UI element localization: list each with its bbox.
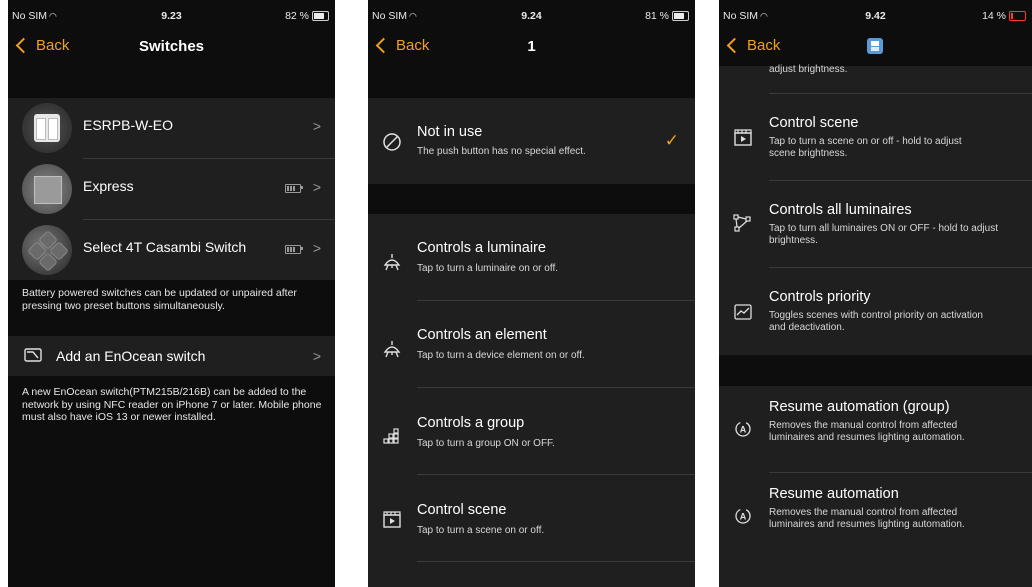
battery-footnote: Battery powered switches can be updated … — [22, 287, 297, 312]
enocean-switch-icon — [24, 348, 42, 362]
scene-icon — [383, 511, 401, 528]
option-resume-automation-group[interactable]: A Resume automation (group) Removes the … — [719, 386, 1032, 472]
chevron-right-icon: > — [312, 179, 321, 195]
svg-text:A: A — [740, 512, 747, 522]
option-subtitle: The push button has no special effect. — [417, 146, 586, 157]
express-switch-image — [22, 164, 72, 214]
option-resume-automation[interactable]: A Resume automation Removes the manual c… — [719, 473, 1032, 563]
option-title: Control scene — [769, 115, 859, 131]
all-luminaires-icon — [733, 214, 751, 232]
screen-button-options: No SIM ◠ 9.42 14 % Back adjust brightness… — [719, 0, 1032, 587]
battery-icon — [285, 184, 303, 193]
chevron-right-icon: > — [312, 240, 321, 256]
option-subtitle: Tap to turn a luminaire on or off. — [417, 263, 559, 274]
clipped-subtitle: adjust brightness. — [769, 64, 848, 75]
option-list: Controls a luminaire Tap to turn a lumin… — [368, 214, 695, 587]
option-subtitle: Removes the manual control from affected… — [769, 507, 965, 530]
battery-status-icon — [1009, 11, 1026, 21]
option-subtitle: Tap to turn a device element on or off. — [417, 350, 585, 361]
battery-percent: 14 % — [982, 10, 1006, 22]
status-bar: No SIM ◠ 9.24 81 % — [368, 0, 695, 34]
nav-bar: Back Switches — [8, 32, 335, 64]
battery-percent: 82 % — [285, 10, 309, 22]
automation-list: A Resume automation (group) Removes the … — [719, 386, 1032, 587]
screen-button-1: No SIM ◠ 9.24 81 % Back 1 Not in use The … — [368, 0, 695, 587]
enocean-footnote: A new EnOcean switch(PTM215B/216B) can b… — [22, 386, 322, 423]
option-element[interactable]: Controls an element Tap to turn a device… — [368, 301, 695, 387]
option-group[interactable]: Controls a group Tap to turn a group ON … — [368, 388, 695, 474]
page-title: 1 — [527, 38, 536, 55]
status-bar: No SIM ◠ 9.42 14 % — [719, 0, 1032, 34]
switch-row-select-4t[interactable]: Select 4T Casambi Switch > — [8, 220, 335, 280]
add-enocean-label: Add an EnOcean switch — [56, 348, 206, 364]
svg-text:A: A — [740, 425, 747, 435]
option-title: Control scene — [417, 502, 507, 518]
option-all-luminaires[interactable]: Controls all luminaires Tap to turn all … — [719, 181, 1032, 267]
automation-icon: A — [735, 508, 751, 524]
add-enocean-button[interactable]: Add an EnOcean switch > — [8, 336, 335, 376]
separator — [417, 561, 695, 562]
back-button[interactable]: Back — [725, 37, 780, 54]
option-title: Controls all luminaires — [769, 202, 912, 218]
screen-switches: No SIM ◠ 9.23 82 % Back Switches ESRPB-W-… — [8, 0, 335, 587]
option-not-in-use[interactable]: Not in use The push button has no specia… — [368, 98, 695, 184]
checkmark-icon: ✓ — [664, 131, 679, 150]
switch-row-esrpb[interactable]: ESRPB-W-EO > — [8, 98, 335, 158]
option-title: Not in use — [417, 124, 483, 140]
chevron-right-icon: > — [312, 118, 321, 134]
luminaire-icon — [383, 254, 401, 271]
wall-switch-image — [22, 103, 72, 153]
switch-name: Select 4T Casambi Switch — [83, 239, 247, 255]
nav-bar: Back — [719, 32, 1032, 66]
chevron-left-icon — [726, 37, 743, 54]
battery-status-icon — [312, 11, 329, 21]
switch-list: ESRPB-W-EO > Express > Select 4T Casambi… — [8, 98, 335, 280]
option-title: Controls a luminaire — [417, 240, 546, 256]
option-title: Controls priority — [769, 289, 871, 305]
group-icon — [383, 428, 399, 444]
select-4t-switch-image — [22, 225, 72, 275]
battery-status-icon — [672, 11, 689, 21]
status-bar: No SIM ◠ 9.23 82 % — [8, 0, 335, 34]
option-scene[interactable]: Control scene Tap to turn a scene on or … — [368, 475, 695, 561]
scene-icon — [734, 129, 752, 146]
automation-icon: A — [735, 421, 751, 437]
option-subtitle: Removes the manual control from affected… — [769, 420, 965, 443]
option-title: Controls an element — [417, 327, 547, 343]
page-title: Switches — [138, 38, 205, 55]
option-subtitle: Toggles scenes with control priority on … — [769, 310, 983, 333]
priority-icon — [734, 304, 752, 320]
option-title: Resume automation — [769, 486, 899, 502]
option-title: Resume automation (group) — [769, 399, 950, 415]
option-title: Controls a group — [417, 415, 525, 431]
option-scene[interactable]: Control scene Tap to turn a scene on or … — [719, 94, 1032, 180]
element-icon — [383, 341, 401, 358]
not-in-use-icon — [383, 133, 401, 151]
option-priority[interactable]: Controls priority Toggles scenes with co… — [719, 268, 1032, 355]
switch-badge-icon — [867, 38, 883, 54]
option-subtitle: Tap to turn all luminaires ON or OFF - h… — [769, 223, 998, 246]
option-list: adjust brightness. Control scene Tap to … — [719, 64, 1032, 355]
chevron-right-icon: > — [312, 348, 321, 364]
switch-row-express[interactable]: Express > — [8, 159, 335, 219]
option-subtitle: Tap to turn a group ON or OFF. — [417, 438, 555, 449]
option-subtitle: Tap to turn a scene on or off - hold to … — [769, 136, 962, 159]
switch-name: ESRPB-W-EO — [83, 117, 173, 133]
battery-icon — [285, 245, 303, 254]
nav-bar: Back 1 — [368, 32, 695, 64]
option-subtitle: Tap to turn a scene on or off. — [417, 525, 545, 536]
switch-name: Express — [83, 178, 134, 194]
option-luminaire[interactable]: Controls a luminaire Tap to turn a lumin… — [368, 214, 695, 300]
battery-percent: 81 % — [645, 10, 669, 22]
